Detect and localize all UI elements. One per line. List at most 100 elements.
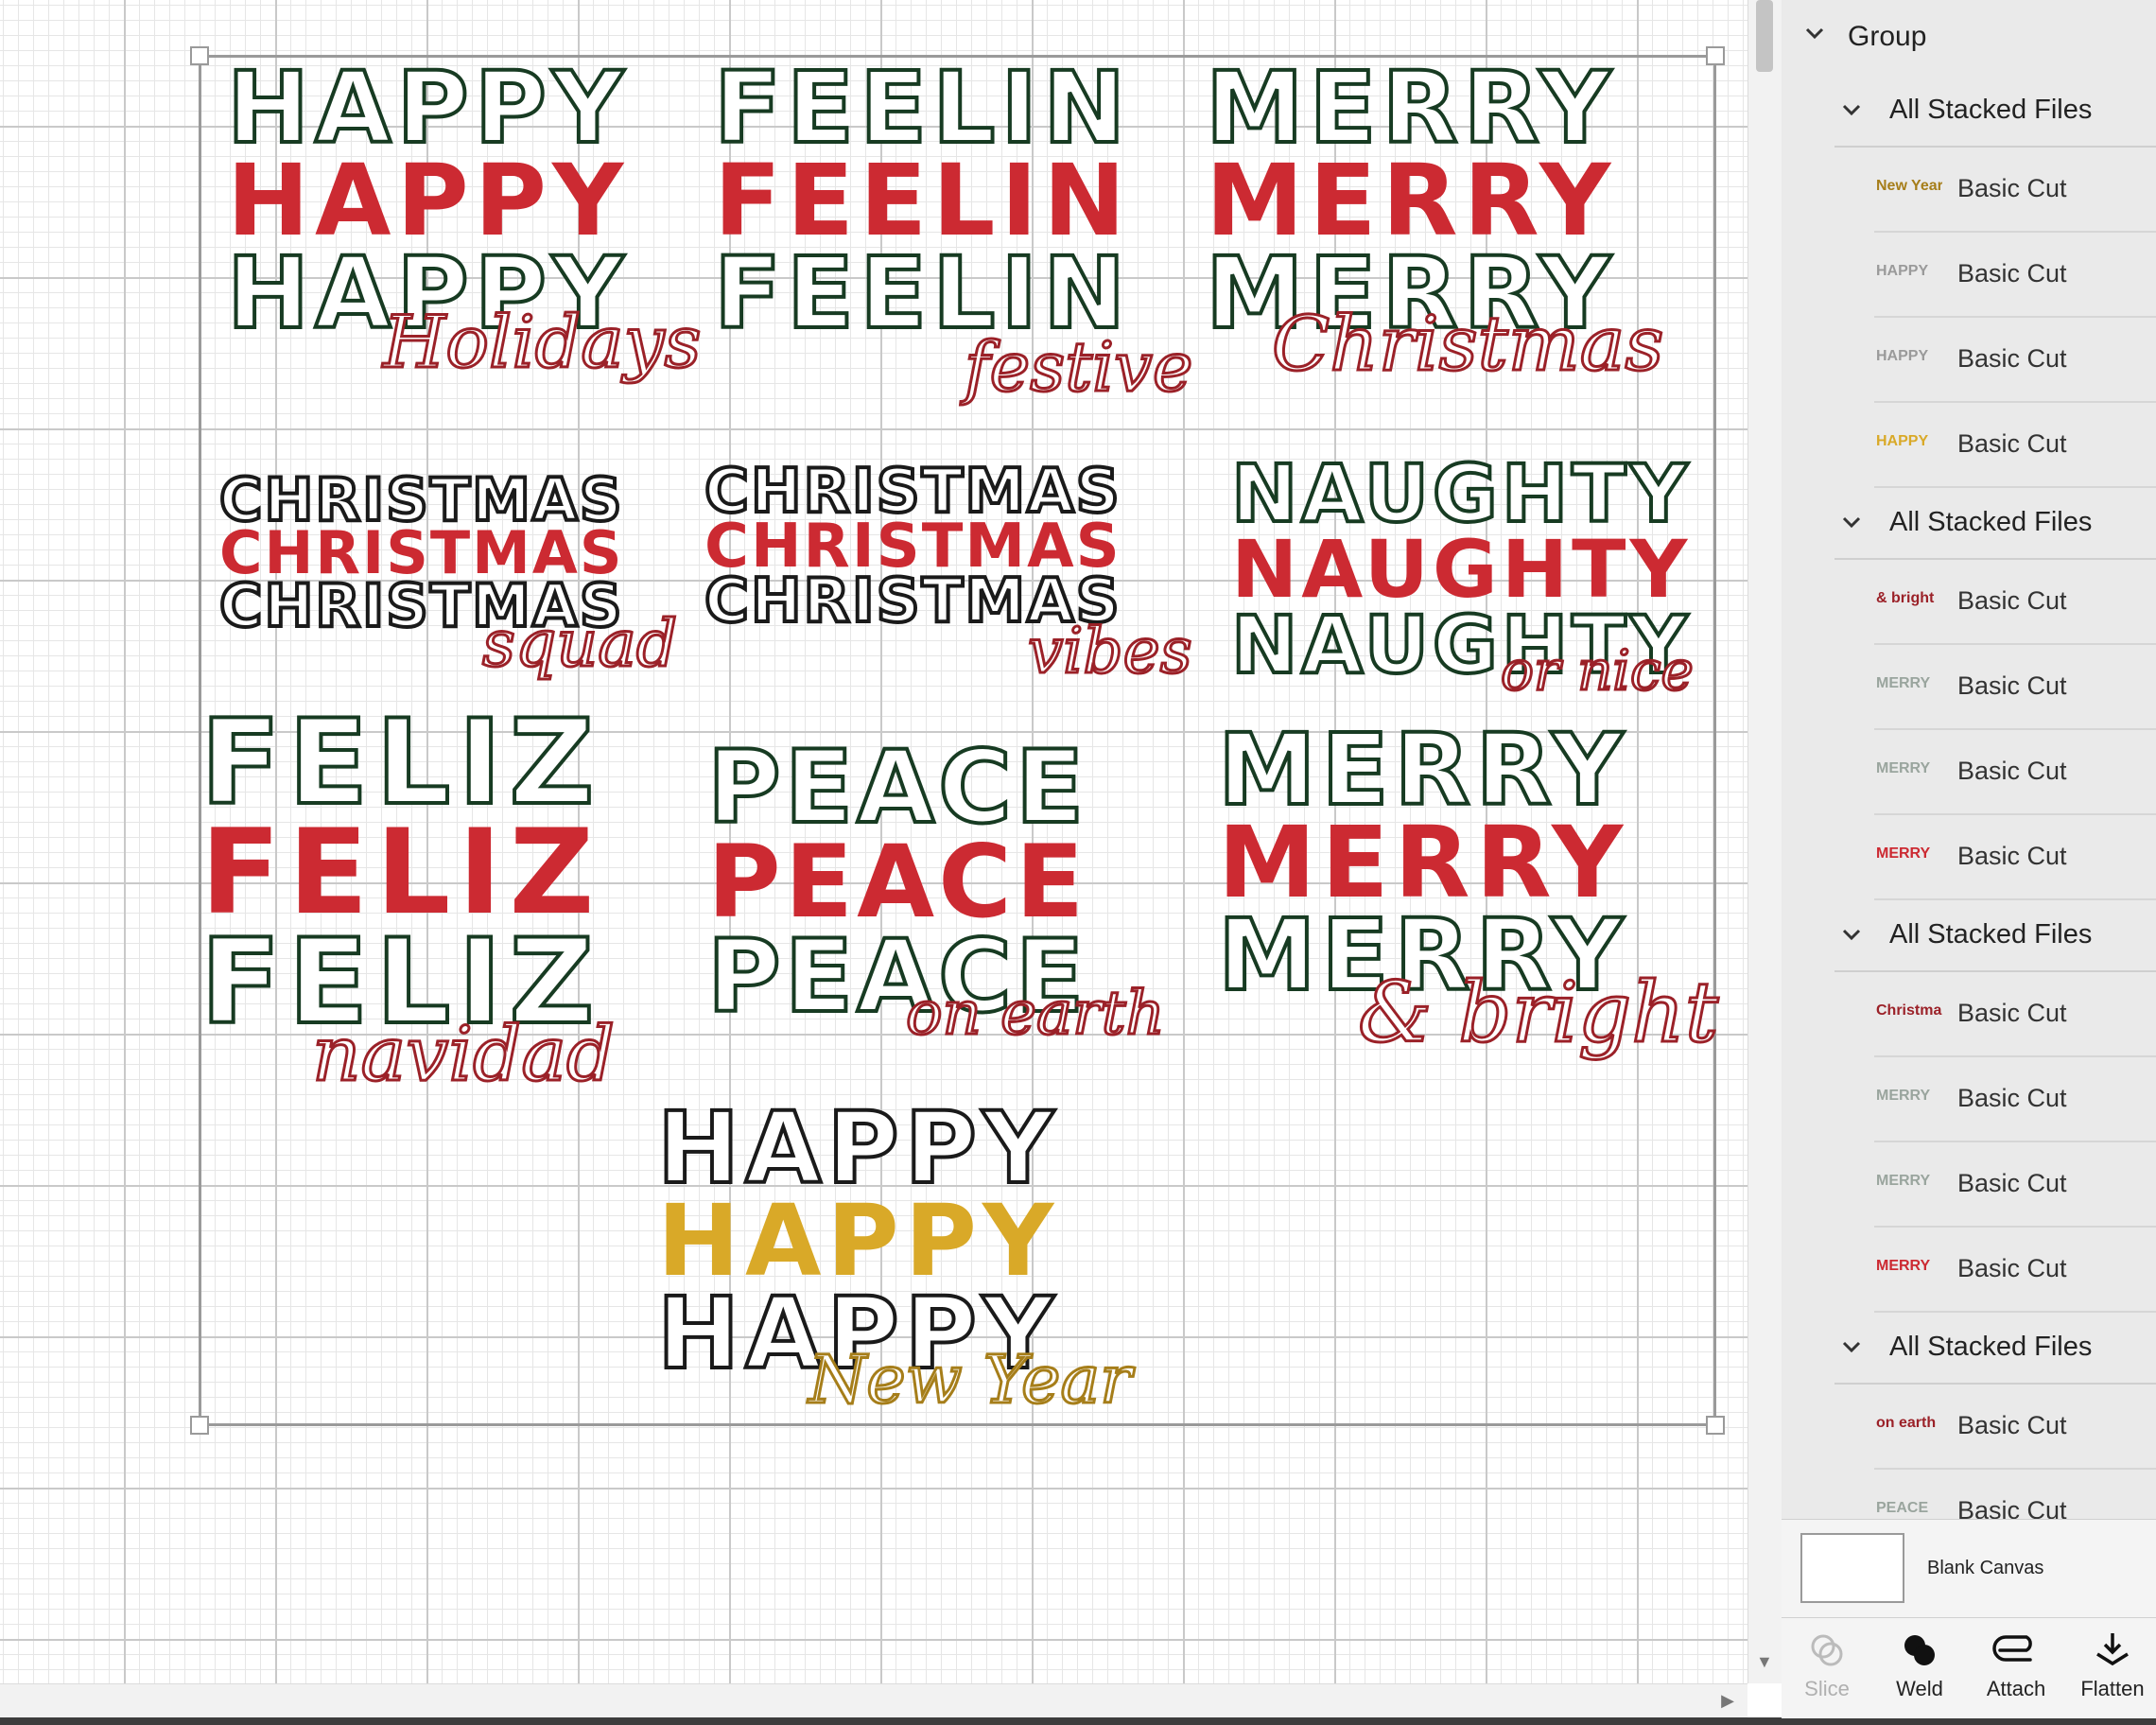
layer-thumbnail: MERRY	[1876, 1173, 1931, 1189]
layer-label: Basic Cut	[1957, 259, 2067, 288]
chevron-down-icon[interactable]	[1840, 923, 1863, 952]
layer-thumbnail: New Year	[1876, 178, 1942, 194]
layer-row[interactable]: on earth Basic Cut	[1782, 1385, 2156, 1470]
layer-label: Basic Cut	[1957, 344, 2067, 373]
weld-icon	[1872, 1629, 1967, 1677]
weld-button[interactable]: Weld	[1872, 1629, 1967, 1701]
layer-thumbnail: MERRY	[1876, 845, 1931, 862]
stack-word-top: NAUGHTY	[1229, 447, 1692, 540]
layer-label: Basic Cut	[1957, 999, 2067, 1027]
stack-group-row[interactable]: All Stacked Files	[1782, 900, 2156, 972]
layer-thumbnail: MERRY	[1876, 760, 1931, 776]
layer-group-row[interactable]: Group	[1782, 0, 2156, 76]
stack-group-label: All Stacked Files	[1889, 919, 2093, 950]
scroll-right-arrow-icon[interactable]: ▶	[1721, 1691, 1734, 1711]
layer-row[interactable]: MERRY Basic Cut	[1782, 1142, 2156, 1228]
design-feelin-festive[interactable]: FEELIN FEELIN FEELIN festive	[712, 57, 1194, 403]
layer-row[interactable]: MERRY Basic Cut	[1782, 815, 2156, 900]
resize-handle-top-left[interactable]	[190, 46, 209, 65]
canvas-horizontal-scrollbar[interactable]: ▶	[0, 1683, 1747, 1718]
blank-canvas-row[interactable]: Blank Canvas	[1782, 1519, 2156, 1618]
chevron-down-icon[interactable]	[1840, 1335, 1863, 1365]
attach-label: Attach	[1986, 1677, 2046, 1700]
design-naughty-or-nice[interactable]: NAUGHTY NAUGHTY NAUGHTY or nice	[1229, 447, 1695, 700]
attach-icon	[1969, 1629, 2063, 1677]
layer-label: Basic Cut	[1957, 671, 2067, 700]
layers-panel: Group All Stacked Files New Year Basic Cut…	[1782, 0, 2156, 1519]
layer-label: Basic Cut	[1957, 1169, 2067, 1197]
group-label: Group	[1848, 21, 1927, 52]
script-word: Christmas	[1270, 300, 1664, 388]
flatten-label: Flatten	[2080, 1677, 2145, 1700]
layer-row[interactable]: New Year Basic Cut	[1782, 148, 2156, 233]
layer-label: Basic Cut	[1957, 1084, 2067, 1112]
layer-thumbnail: on earth	[1876, 1415, 1937, 1431]
chevron-down-icon[interactable]	[1840, 98, 1863, 128]
layer-label: Basic Cut	[1957, 1496, 2067, 1519]
stack-group-label: All Stacked Files	[1889, 1332, 2093, 1362]
design-christmas-vibes[interactable]: CHRISTMAS CHRISTMAS CHRISTMAS vibes	[703, 460, 1193, 684]
stack-group-row[interactable]: All Stacked Files	[1782, 76, 2156, 148]
layer-thumbnail: HAPPY	[1876, 263, 1929, 279]
resize-handle-bottom-left[interactable]	[190, 1416, 209, 1435]
status-strip	[0, 1717, 2156, 1725]
script-word: on earth	[905, 979, 1167, 1049]
layer-thumbnail: HAPPY	[1876, 433, 1929, 449]
script-word: Holidays	[382, 300, 704, 384]
layer-row[interactable]: HAPPY Basic Cut	[1782, 318, 2156, 403]
layer-label: Basic Cut	[1957, 757, 2067, 785]
slice-label: Slice	[1804, 1677, 1850, 1700]
script-word: & bright	[1356, 964, 1719, 1061]
stack-group-label: All Stacked Files	[1889, 507, 2093, 537]
design-happy-new-year[interactable]: HAPPY HAPPY HAPPY New Year	[655, 1097, 1133, 1415]
stack-group-row[interactable]: All Stacked Files	[1782, 1313, 2156, 1385]
layer-thumbnail: Christmas	[1876, 1002, 1942, 1019]
flatten-icon	[2065, 1629, 2156, 1677]
layer-row[interactable]: PEACE Basic Cut	[1782, 1470, 2156, 1519]
layer-row[interactable]: & bright Basic Cut	[1782, 560, 2156, 645]
design-canvas[interactable]: HAPPY HAPPY HAPPY Holidays FEELIN FEELIN…	[0, 0, 1747, 1683]
script-word: New Year	[808, 1341, 1134, 1419]
script-word: or nice	[1500, 638, 1695, 703]
layer-row[interactable]: MERRY Basic Cut	[1782, 645, 2156, 730]
script-word: vibes	[1027, 615, 1194, 688]
script-word: festive	[963, 327, 1193, 407]
design-merry-and-bright[interactable]: MERRY MERRY MERRY & bright	[1216, 719, 1720, 1055]
layer-row[interactable]: MERRY Basic Cut	[1782, 1057, 2156, 1142]
scroll-thumb[interactable]	[1756, 0, 1773, 72]
stack-group-label: All Stacked Files	[1889, 95, 2093, 125]
resize-handle-top-right[interactable]	[1706, 46, 1725, 65]
layer-row[interactable]: HAPPY Basic Cut	[1782, 233, 2156, 318]
flatten-button[interactable]: Flatten	[2065, 1629, 2156, 1701]
weld-label: Weld	[1896, 1677, 1943, 1700]
layer-row[interactable]: MERRY Basic Cut	[1782, 1228, 2156, 1313]
design-christmas-squad[interactable]: CHRISTMAS CHRISTMAS CHRISTMAS squad	[217, 469, 679, 679]
layer-row[interactable]: Christmas Basic Cut	[1782, 972, 2156, 1057]
layer-label: Basic Cut	[1957, 586, 2067, 615]
resize-handle-bottom-right[interactable]	[1706, 1416, 1725, 1435]
blank-canvas-swatch[interactable]	[1800, 1533, 1904, 1603]
scroll-down-arrow-icon[interactable]: ▼	[1756, 1652, 1773, 1672]
design-merry-christmas[interactable]: MERRY MERRY MERRY Christmas	[1204, 57, 1665, 383]
layer-label: Basic Cut	[1957, 1254, 2067, 1282]
design-happy-holidays[interactable]: HAPPY HAPPY HAPPY Holidays	[225, 57, 703, 379]
layer-thumbnail: & bright	[1876, 590, 1935, 606]
attach-button[interactable]: Attach	[1969, 1629, 2063, 1701]
chevron-down-icon[interactable]	[1840, 511, 1863, 540]
layer-thumbnail: MERRY	[1876, 675, 1931, 691]
slice-button[interactable]: Slice	[1780, 1629, 1874, 1701]
layer-row[interactable]: HAPPY Basic Cut	[1782, 403, 2156, 488]
stack-group-row[interactable]: All Stacked Files	[1782, 488, 2156, 560]
layer-thumbnail: MERRY	[1876, 1088, 1931, 1104]
layer-label: Basic Cut	[1957, 842, 2067, 870]
layer-row[interactable]: MERRY Basic Cut	[1782, 730, 2156, 815]
layer-label: Basic Cut	[1957, 174, 2067, 202]
design-feliz-navidad[interactable]: FELIZ FELIZ FELIZ navidad	[199, 703, 617, 1093]
layer-label: Basic Cut	[1957, 429, 2067, 458]
stack-word-middle: NAUGHTY	[1231, 523, 1692, 616]
design-peace-on-earth[interactable]: PEACE PEACE PEACE on earth	[705, 736, 1166, 1046]
canvas-vertical-scrollbar[interactable]: ▼	[1747, 0, 1782, 1683]
layer-thumbnail: MERRY	[1876, 1258, 1931, 1274]
chevron-down-icon[interactable]	[1802, 21, 1827, 52]
layer-actions-toolbar: Slice Weld Attach Flatten	[1782, 1617, 2156, 1718]
